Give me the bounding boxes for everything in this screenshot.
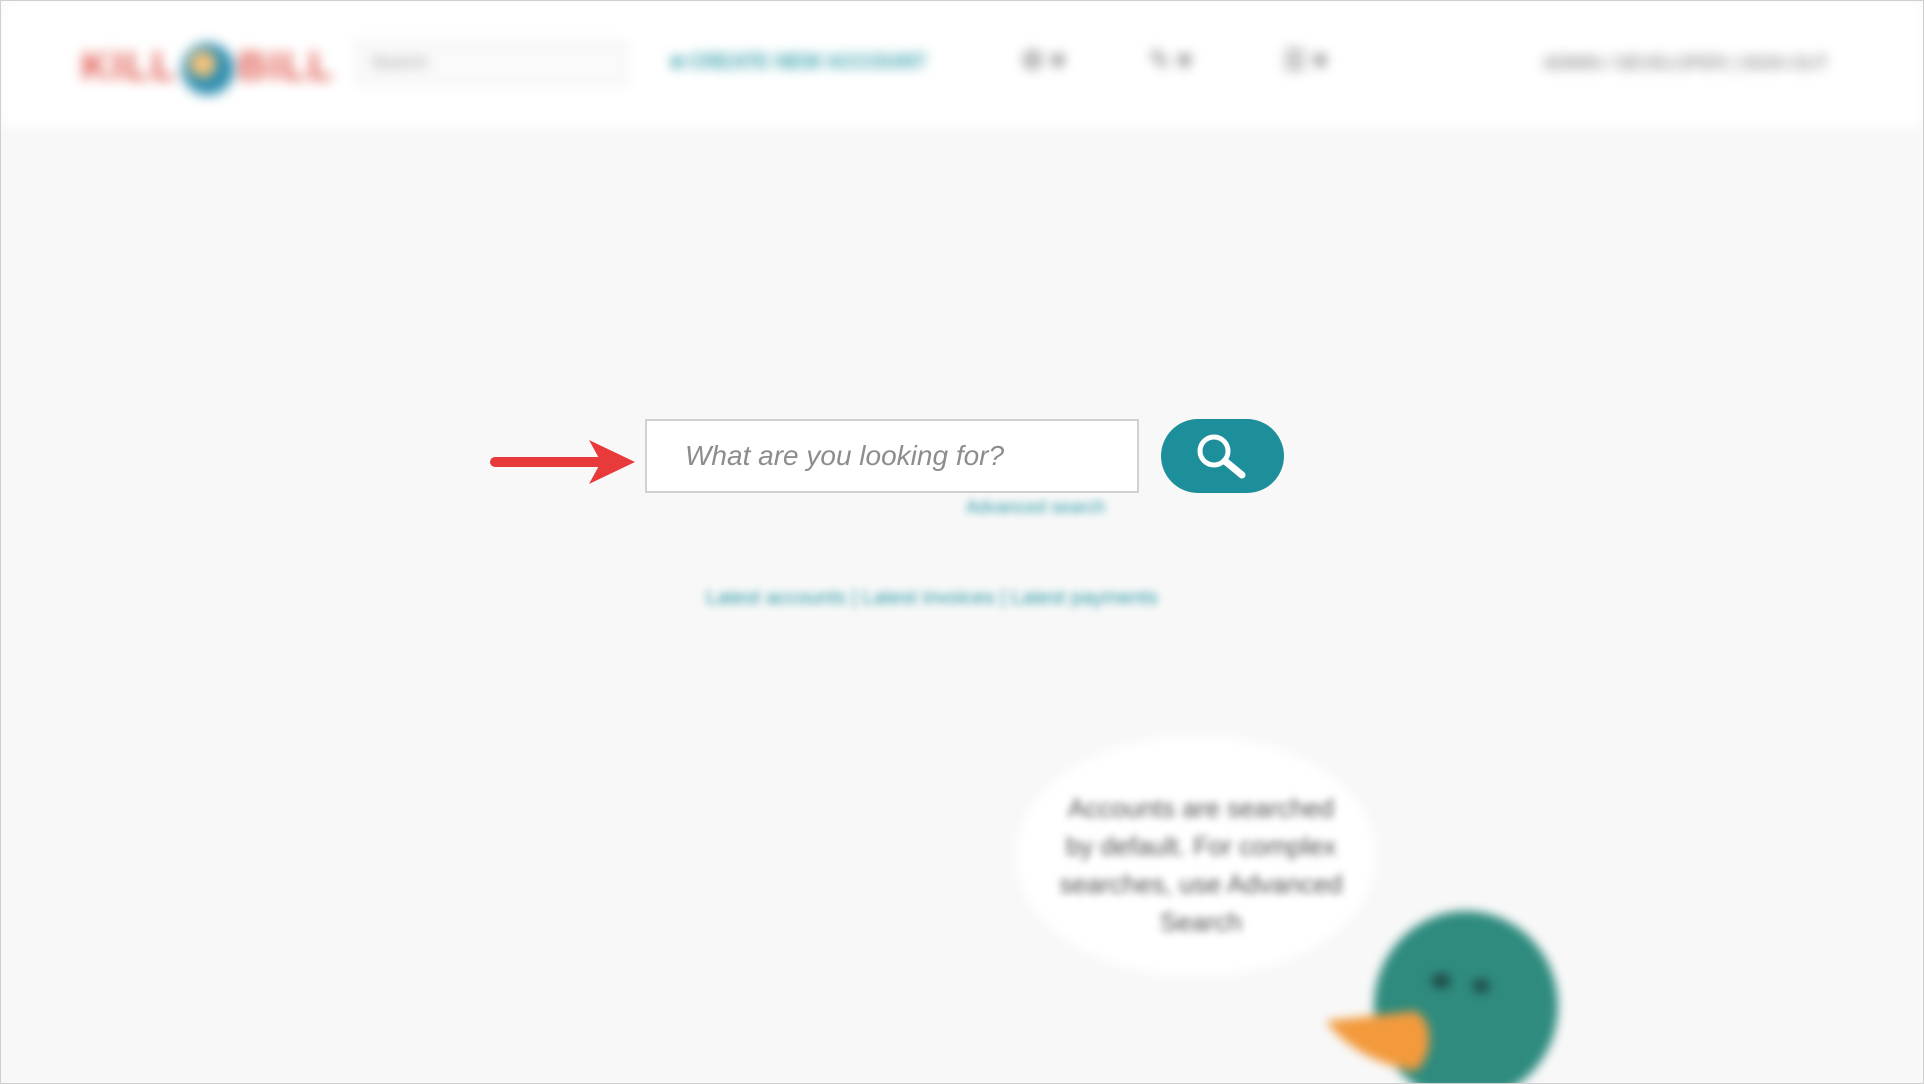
user-links: ADMIN / DEVELOPER | SIGN OUT [1543, 53, 1828, 74]
logo-text-right: BILL [237, 44, 335, 89]
create-account-label: CREATE NEW ACCOUNT [688, 51, 927, 73]
signout-link[interactable]: SIGN OUT [1741, 53, 1828, 73]
header-search-input[interactable]: Search [356, 41, 626, 85]
divider: | [1731, 53, 1741, 73]
main-search-input[interactable] [645, 419, 1139, 493]
app-logo[interactable]: KILL BILL [81, 43, 335, 95]
create-account-link[interactable]: ■ CREATE NEW ACCOUNT [671, 51, 926, 74]
quick-links[interactable]: Latest accounts | Latest invoices | Late… [706, 587, 1158, 610]
advanced-search-link[interactable]: Advanced search [966, 497, 1105, 518]
list-icon[interactable]: ☰ ▾ [1283, 45, 1327, 76]
red-arrow-icon [490, 440, 635, 484]
top-navbar: KILL BILL Search ■ CREATE NEW ACCOUNT ⚙ ▾… [1, 1, 1923, 127]
tag-icon[interactable]: ✎ ▾ [1149, 45, 1191, 76]
search-button[interactable] [1161, 419, 1284, 493]
header-search-placeholder: Search [371, 52, 429, 72]
tip-text: Accounts are searched by default. For co… [1059, 793, 1343, 937]
duck-mascot-icon [1326, 911, 1558, 1083]
plus-icon: ■ [671, 51, 689, 73]
app-window: KILL BILL Search ■ CREATE NEW ACCOUNT ⚙ ▾… [0, 0, 1924, 1084]
logo-text-left: KILL [81, 44, 178, 89]
settings-icon[interactable]: ⚙ ▾ [1021, 45, 1065, 76]
search-icon [1197, 434, 1245, 479]
user-name-link[interactable]: ADMIN / DEVELOPER [1543, 53, 1726, 73]
globe-icon [181, 43, 234, 95]
